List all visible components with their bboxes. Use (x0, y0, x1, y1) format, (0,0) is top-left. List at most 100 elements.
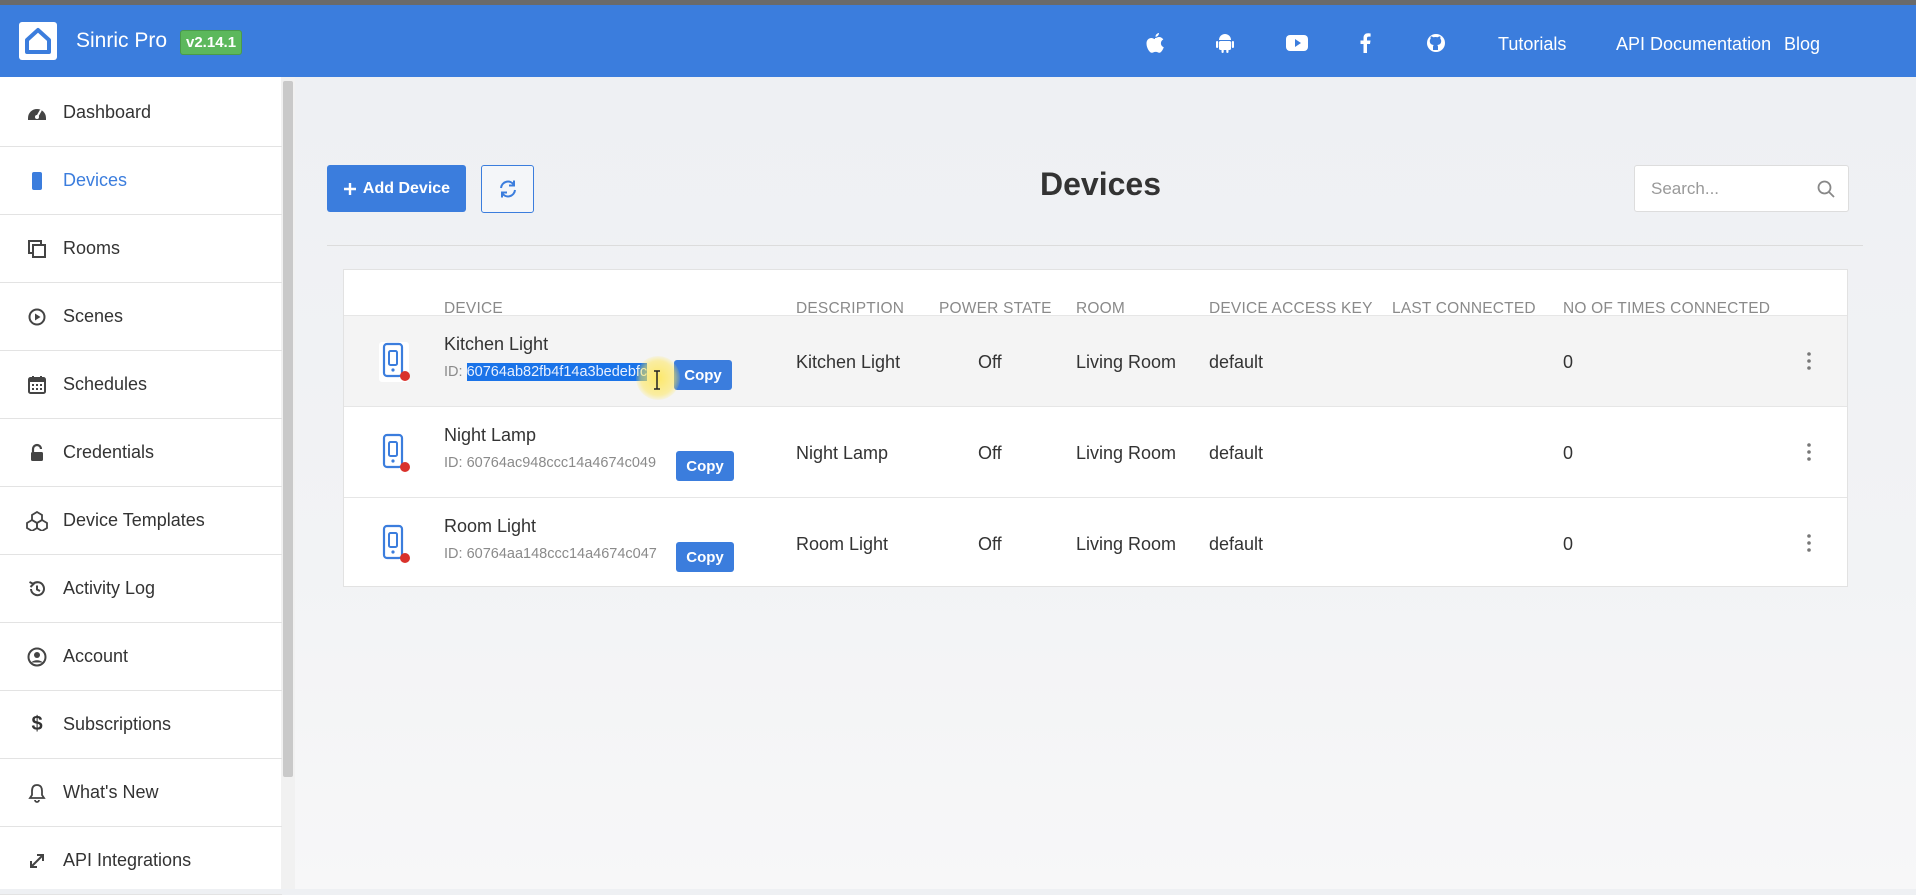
device-power-state: Off (978, 534, 1002, 554)
brand-name[interactable]: Sinric Pro (76, 29, 167, 53)
calendar-icon (25, 373, 49, 397)
device-access-key: default (1209, 352, 1264, 372)
sidebar-item-label: Credentials (63, 442, 155, 462)
page-title: Devices (1040, 166, 1161, 202)
device-description: Night Lamp (796, 443, 889, 463)
user-circle-icon (25, 645, 49, 669)
add-device-label: Add Device (362, 179, 451, 197)
switch-device-icon (379, 342, 410, 382)
bell-icon (25, 781, 49, 805)
api-documentation-link[interactable]: API Documentation (1616, 34, 1771, 55)
dashboard-icon (25, 101, 49, 125)
top-navbar: Sinric Pro v2.14.1 Tutorials API Documen… (0, 0, 1916, 77)
sidebar-item-activity-log[interactable]: Activity Log (0, 555, 282, 623)
device-times-connected: 0 (1563, 534, 1574, 554)
copy-id-button[interactable]: Copy (674, 360, 732, 390)
apple-icon[interactable] (1142, 30, 1168, 56)
devices-table: DEVICE DESCRIPTION POWER STATE ROOM DEVI… (343, 269, 1848, 587)
device-name[interactable]: Room Light (444, 516, 536, 537)
sidebar-item-account[interactable]: Account (0, 623, 282, 691)
sidebar-item-schedules[interactable]: Schedules (0, 351, 282, 419)
sidebar-item-label: API Integrations (63, 850, 192, 870)
sidebar-item-whats-new[interactable]: What's New (0, 759, 282, 827)
device-power-state: Off (978, 352, 1002, 372)
sidebar-item-device-templates[interactable]: Device Templates (0, 487, 282, 555)
dollar-icon: $ (31, 713, 43, 735)
sidebar-item-api-integrations[interactable]: API Integrations (0, 827, 282, 895)
sidebar-item-label: Rooms (63, 238, 121, 258)
sidebar-item-label: Schedules (63, 374, 148, 394)
copy-id-button[interactable]: Copy (676, 451, 734, 481)
search-box (1634, 165, 1849, 212)
device-icon (25, 169, 49, 193)
copy-id-button[interactable]: Copy (676, 542, 734, 572)
blog-link[interactable]: Blog (1784, 34, 1820, 55)
more-options-icon[interactable] (1804, 350, 1814, 372)
device-room: Living Room (1076, 352, 1177, 372)
refresh-button[interactable] (481, 165, 534, 213)
text-cursor-icon (654, 370, 660, 390)
tutorials-link[interactable]: Tutorials (1498, 34, 1566, 55)
youtube-icon[interactable] (1284, 30, 1310, 56)
device-id-value-selected[interactable]: 60764ab82fb4f14a3bedebfc (466, 363, 648, 381)
sidebar-scrollbar-thumb[interactable] (283, 81, 293, 777)
refresh-icon (499, 180, 516, 198)
sidebar-item-label: Device Templates (63, 510, 205, 530)
sidebar-item-label: Devices (63, 170, 128, 190)
add-device-button[interactable]: Add Device (327, 165, 466, 212)
plus-icon (343, 182, 356, 195)
device-access-key: default (1209, 443, 1264, 463)
lock-icon (25, 441, 49, 465)
home-logo-icon[interactable] (19, 22, 57, 60)
device-id-prefix: ID: (444, 364, 467, 380)
device-times-connected: 0 (1563, 443, 1574, 463)
table-row[interactable]: Room Light ID: 60764aa148ccc14a4674c047 … (344, 497, 1847, 588)
device-room: Living Room (1076, 443, 1177, 463)
table-row[interactable]: Kitchen Light ID: 60764ab82fb4f14a3bedeb… (344, 315, 1847, 406)
android-icon[interactable] (1212, 30, 1238, 56)
version-badge: v2.14.1 (180, 30, 243, 55)
device-description: Kitchen Light (796, 352, 901, 372)
sidebar-item-label: Scenes (63, 306, 124, 326)
device-room: Living Room (1076, 534, 1177, 554)
sidebar-item-label: Dashboard (63, 102, 152, 122)
device-id: ID: 60764ac948ccc14a4674c049 (444, 455, 656, 471)
github-icon[interactable] (1423, 30, 1449, 56)
sidebar-item-label: Account (63, 646, 129, 666)
device-access-key: default (1209, 534, 1264, 554)
device-name[interactable]: Kitchen Light (444, 334, 548, 355)
play-circle-icon (25, 305, 49, 329)
switch-device-icon (382, 433, 410, 472)
sidebar-item-scenes[interactable]: Scenes (0, 283, 282, 351)
device-id-prefix: ID: (444, 455, 467, 471)
device-name[interactable]: Night Lamp (444, 425, 536, 446)
device-id: ID: 60764ab82fb4f14a3bedebfc (444, 363, 648, 381)
switch-device-icon (382, 524, 410, 563)
device-power-state: Off (978, 443, 1002, 463)
more-options-icon[interactable] (1804, 441, 1814, 463)
divider (327, 245, 1863, 246)
device-id: ID: 60764aa148ccc14a4674c047 (444, 546, 657, 562)
device-id-prefix: ID: (444, 546, 467, 562)
device-id-value[interactable]: 60764ac948ccc14a4674c049 (467, 455, 656, 471)
sidebar-item-label: Activity Log (63, 578, 156, 598)
cubes-icon (25, 509, 49, 533)
rooms-icon (25, 237, 49, 261)
sidebar-item-dashboard[interactable]: Dashboard (0, 79, 282, 147)
search-input[interactable] (1649, 178, 1813, 200)
sidebar-item-label: Subscriptions (63, 714, 172, 734)
sidebar-item-devices[interactable]: Devices (0, 147, 282, 215)
more-options-icon[interactable] (1804, 532, 1814, 554)
sidebar-item-label: What's New (63, 782, 159, 802)
expand-arrows-icon (25, 849, 49, 873)
table-row[interactable]: Night Lamp ID: 60764ac948ccc14a4674c049 … (344, 406, 1847, 497)
sidebar-item-subscriptions[interactable]: $ Subscriptions (0, 691, 282, 759)
device-description: Room Light (796, 534, 889, 554)
facebook-icon[interactable] (1352, 30, 1378, 56)
device-times-connected: 0 (1563, 352, 1574, 372)
search-icon[interactable] (1816, 179, 1836, 199)
history-icon (25, 577, 49, 601)
sidebar-item-credentials[interactable]: Credentials (0, 419, 282, 487)
device-id-value[interactable]: 60764aa148ccc14a4674c047 (467, 546, 657, 562)
sidebar-item-rooms[interactable]: Rooms (0, 215, 282, 283)
